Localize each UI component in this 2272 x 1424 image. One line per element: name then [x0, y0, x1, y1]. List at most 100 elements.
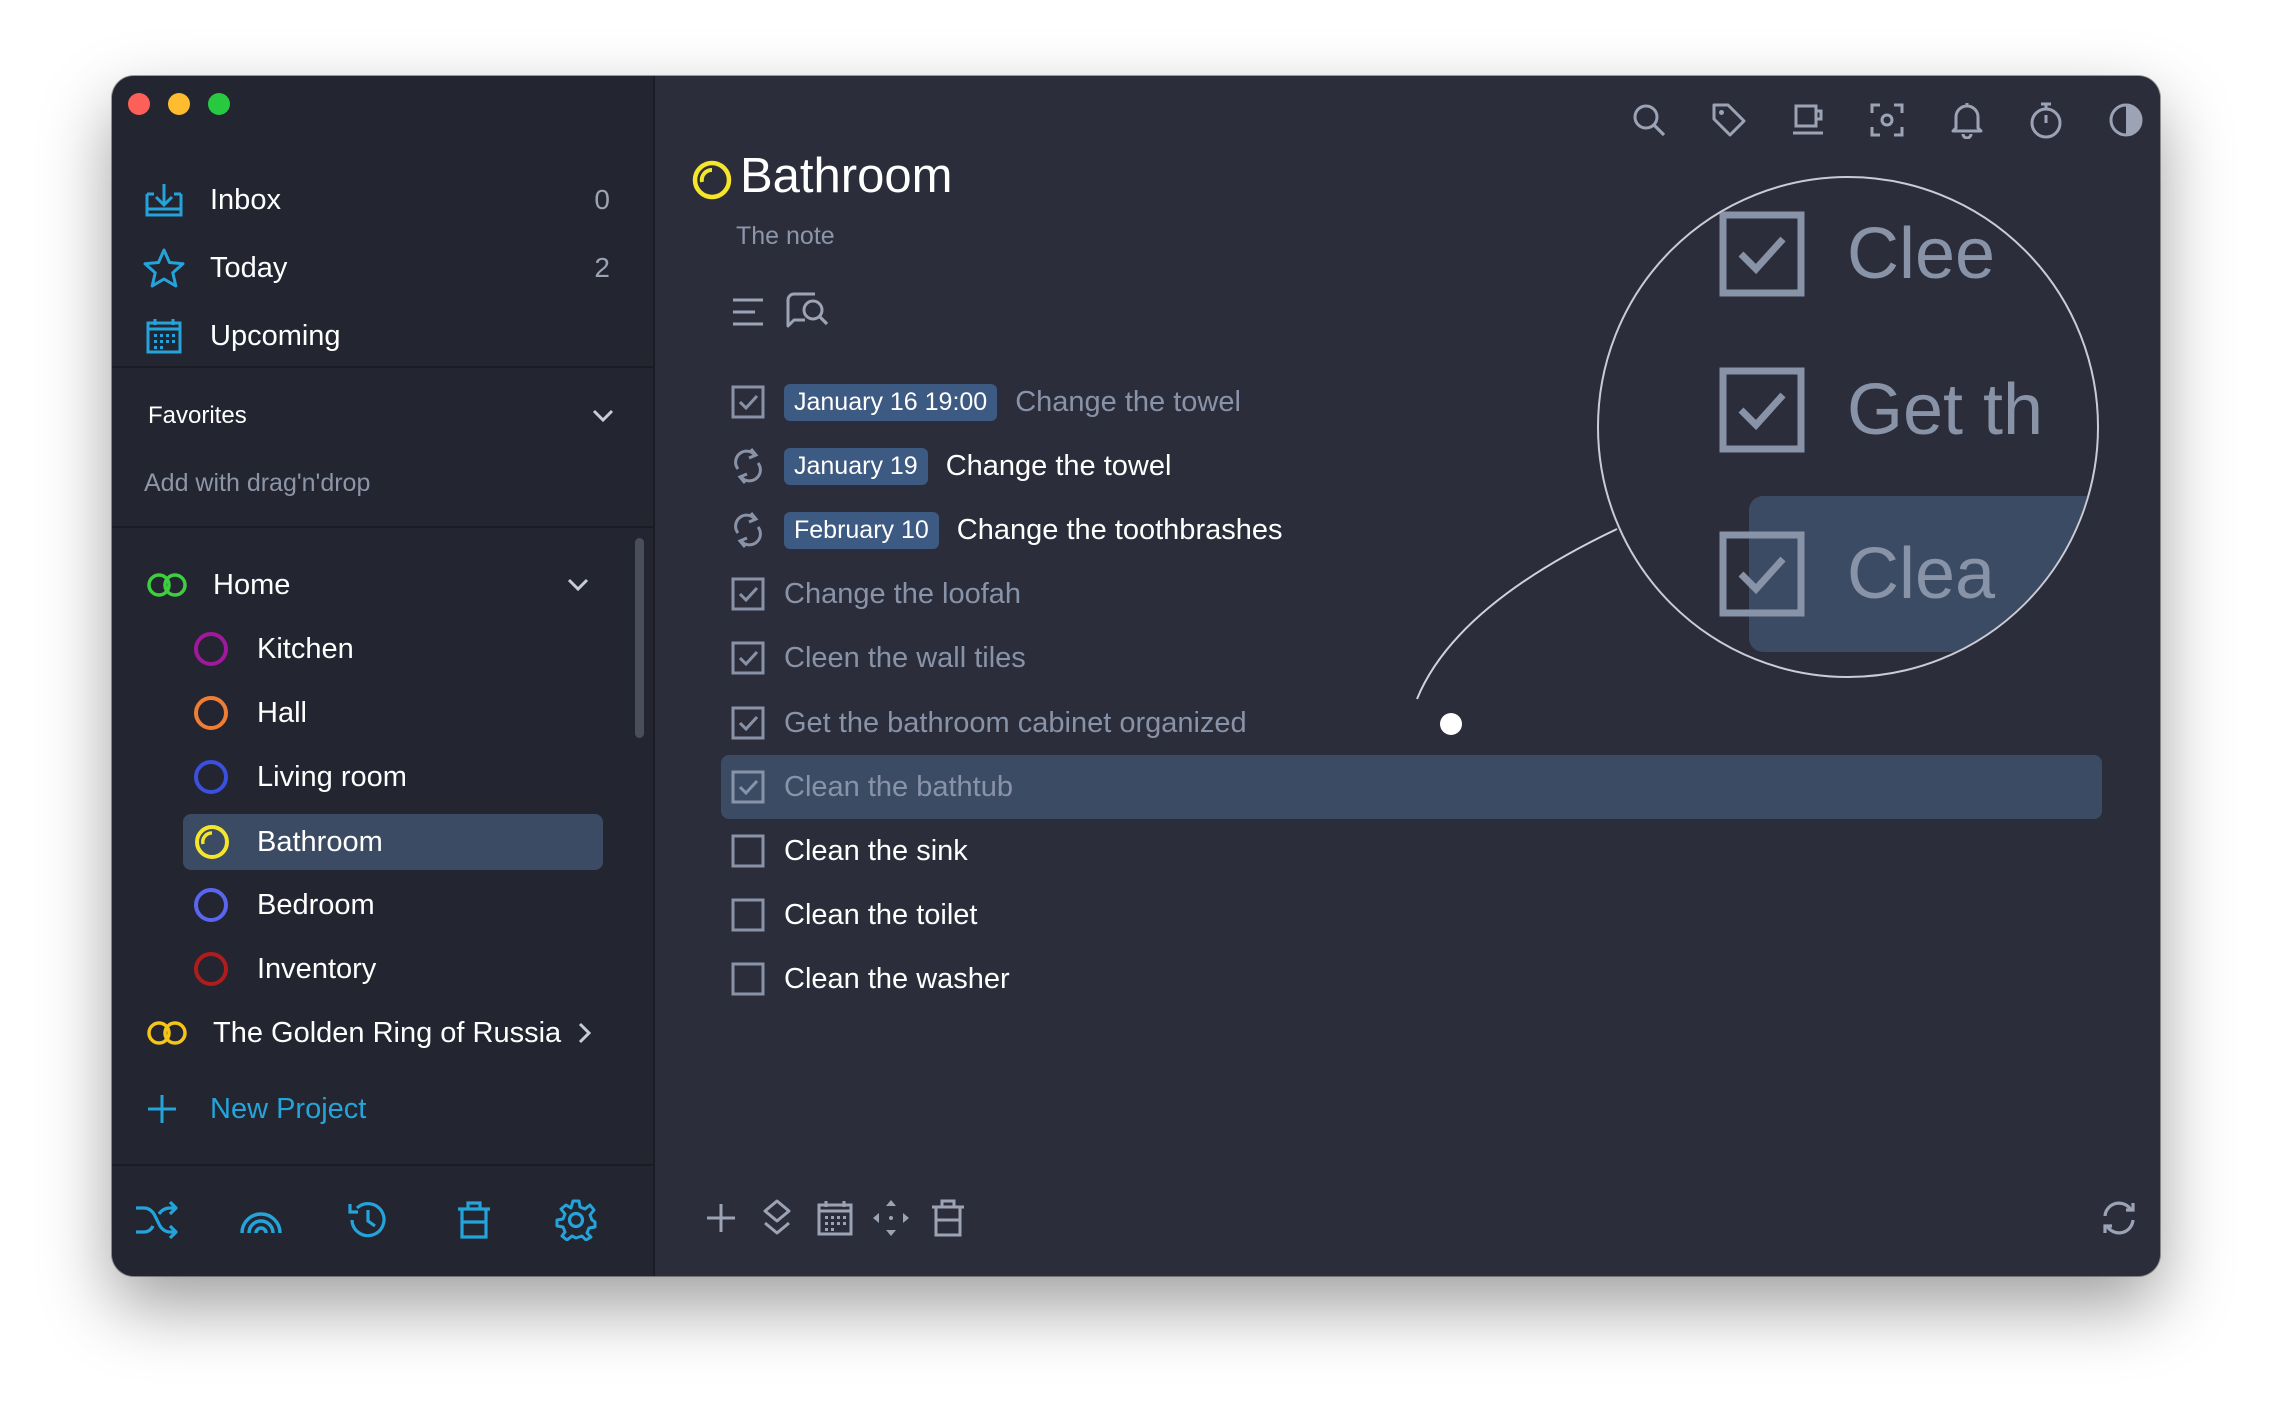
task-title: Change the loofah: [784, 577, 1022, 610]
project-ring-icon: [194, 760, 228, 794]
task-title: Change the towel: [945, 449, 1172, 482]
project-label: Home: [213, 568, 291, 601]
project-label: Living room: [257, 760, 407, 793]
checkbox-unchecked[interactable]: [730, 833, 766, 869]
new-project-label: New Project: [210, 1092, 367, 1125]
close-window-button[interactable]: [128, 93, 150, 115]
today-count: 2: [594, 252, 610, 283]
sidebar-item-upcoming[interactable]: Upcoming: [142, 308, 622, 364]
task-title: Cleen the wall tiles: [784, 641, 1026, 674]
calendar-icon: [142, 314, 186, 358]
add-task-icon[interactable]: [697, 1194, 745, 1242]
sidebar-toolbar: [112, 1164, 653, 1276]
coffee-break-icon[interactable]: [1784, 96, 1832, 144]
checkbox-unchecked[interactable]: [730, 961, 766, 997]
minimize-window-button[interactable]: [168, 93, 190, 115]
task-row[interactable]: Get the bathroom cabinet organized: [730, 695, 2110, 751]
magnified-row: Get th: [1719, 332, 2043, 488]
due-date-badge[interactable]: January 19: [784, 447, 928, 485]
main-panel: Bathroom The note January 16 19:00 Chang…: [655, 76, 2160, 1276]
focus-icon[interactable]: [1863, 96, 1911, 144]
bell-icon[interactable]: [1943, 96, 1991, 144]
project-living-room[interactable]: Living room: [194, 749, 407, 805]
due-date-badge[interactable]: February 10: [784, 511, 939, 549]
project-note[interactable]: The note: [736, 222, 835, 251]
move-icon[interactable]: [867, 1194, 915, 1242]
project-hall[interactable]: Hall: [194, 685, 307, 741]
task-row[interactable]: Clean the toilet: [730, 887, 2110, 943]
magnified-row: Clea: [1719, 496, 1995, 652]
search-comment-icon[interactable]: [785, 290, 831, 330]
checkbox-checked-icon: [1719, 531, 1805, 617]
checkbox-checked[interactable]: [730, 576, 766, 612]
magnified-row: Clee: [1719, 178, 1996, 332]
checkbox-checked-icon: [1719, 367, 1805, 453]
project-label: Inventory: [257, 952, 377, 985]
magnified-text: Clea: [1847, 534, 1996, 614]
page-title[interactable]: Bathroom: [740, 148, 952, 204]
sidebar-item-label: Today: [210, 251, 288, 284]
project-ring-icon: [194, 632, 228, 666]
priority-diamond-icon[interactable]: [753, 1194, 801, 1242]
project-label: The Golden Ring of Russia: [213, 1016, 562, 1049]
inbox-count: 0: [594, 184, 610, 215]
checkbox-checked[interactable]: [730, 640, 766, 676]
star-icon: [142, 246, 186, 290]
new-project-button[interactable]: New Project: [146, 1084, 366, 1134]
gear-icon[interactable]: [552, 1196, 600, 1244]
calendar-icon[interactable]: [811, 1194, 859, 1242]
inbox-icon: [142, 178, 186, 222]
rainbow-icon[interactable]: [237, 1196, 285, 1244]
sidebar: Inbox 0 Today 2 Upcoming Favorites Add w…: [112, 76, 655, 1276]
chevron-down-icon[interactable]: [590, 402, 616, 428]
project-golden-ring[interactable]: The Golden Ring of Russia: [146, 1005, 593, 1061]
tag-icon[interactable]: [1705, 96, 1753, 144]
project-ring-icon: [194, 888, 228, 922]
search-icon[interactable]: [1625, 96, 1673, 144]
repeat-icon[interactable]: [730, 512, 766, 548]
project-ring-icon: [692, 160, 732, 200]
task-title: Clean the washer: [784, 962, 1010, 995]
chevron-right-icon[interactable]: [575, 1020, 593, 1046]
checkbox-checked[interactable]: [730, 769, 766, 805]
task-row-selected[interactable]: Clean the bathtub: [721, 755, 2102, 819]
trash-icon[interactable]: [924, 1194, 972, 1242]
timer-icon[interactable]: [2022, 96, 2070, 144]
contrast-icon[interactable]: [2102, 96, 2150, 144]
history-icon[interactable]: [344, 1196, 392, 1244]
task-row[interactable]: Clean the sink: [730, 823, 2110, 879]
checkbox-checked-icon: [1719, 211, 1805, 297]
divider: [112, 366, 653, 368]
project-bathroom[interactable]: Bathroom: [183, 814, 603, 870]
checkbox-unchecked[interactable]: [730, 897, 766, 933]
task-title: Clean the bathtub: [784, 770, 1013, 803]
trash-icon[interactable]: [450, 1196, 498, 1244]
project-inventory[interactable]: Inventory: [194, 941, 376, 997]
project-label: Bathroom: [257, 825, 383, 858]
menu-lines-icon[interactable]: [731, 296, 765, 328]
sidebar-item-today[interactable]: Today 2: [142, 240, 622, 296]
magnified-text: Clee: [1847, 214, 1996, 294]
zoom-window-button[interactable]: [208, 93, 230, 115]
checkbox-checked[interactable]: [730, 705, 766, 741]
task-title: Clean the sink: [784, 834, 968, 867]
favorites-title[interactable]: Favorites: [148, 402, 247, 430]
due-date-badge[interactable]: January 16 19:00: [784, 383, 998, 421]
plus-icon: [146, 1093, 178, 1125]
checkbox-checked[interactable]: [730, 384, 766, 420]
sidebar-item-inbox[interactable]: Inbox 0: [142, 172, 622, 228]
chevron-down-icon[interactable]: [565, 571, 591, 597]
sidebar-scrollbar[interactable]: [635, 538, 644, 738]
project-bedroom[interactable]: Bedroom: [194, 877, 375, 933]
project-kitchen[interactable]: Kitchen: [194, 621, 354, 677]
task-row[interactable]: Clean the washer: [730, 951, 2110, 1007]
project-label: Hall: [257, 696, 307, 729]
link-rings-icon: [146, 572, 188, 598]
project-home[interactable]: Home: [146, 557, 290, 613]
magnifier-lens: Clee Get th Clea: [1597, 176, 2099, 678]
repeat-icon[interactable]: [730, 448, 766, 484]
divider: [112, 526, 653, 528]
task-title: Clean the toilet: [784, 898, 978, 931]
sync-icon[interactable]: [2095, 1194, 2143, 1242]
shuffle-icon[interactable]: [132, 1196, 180, 1244]
